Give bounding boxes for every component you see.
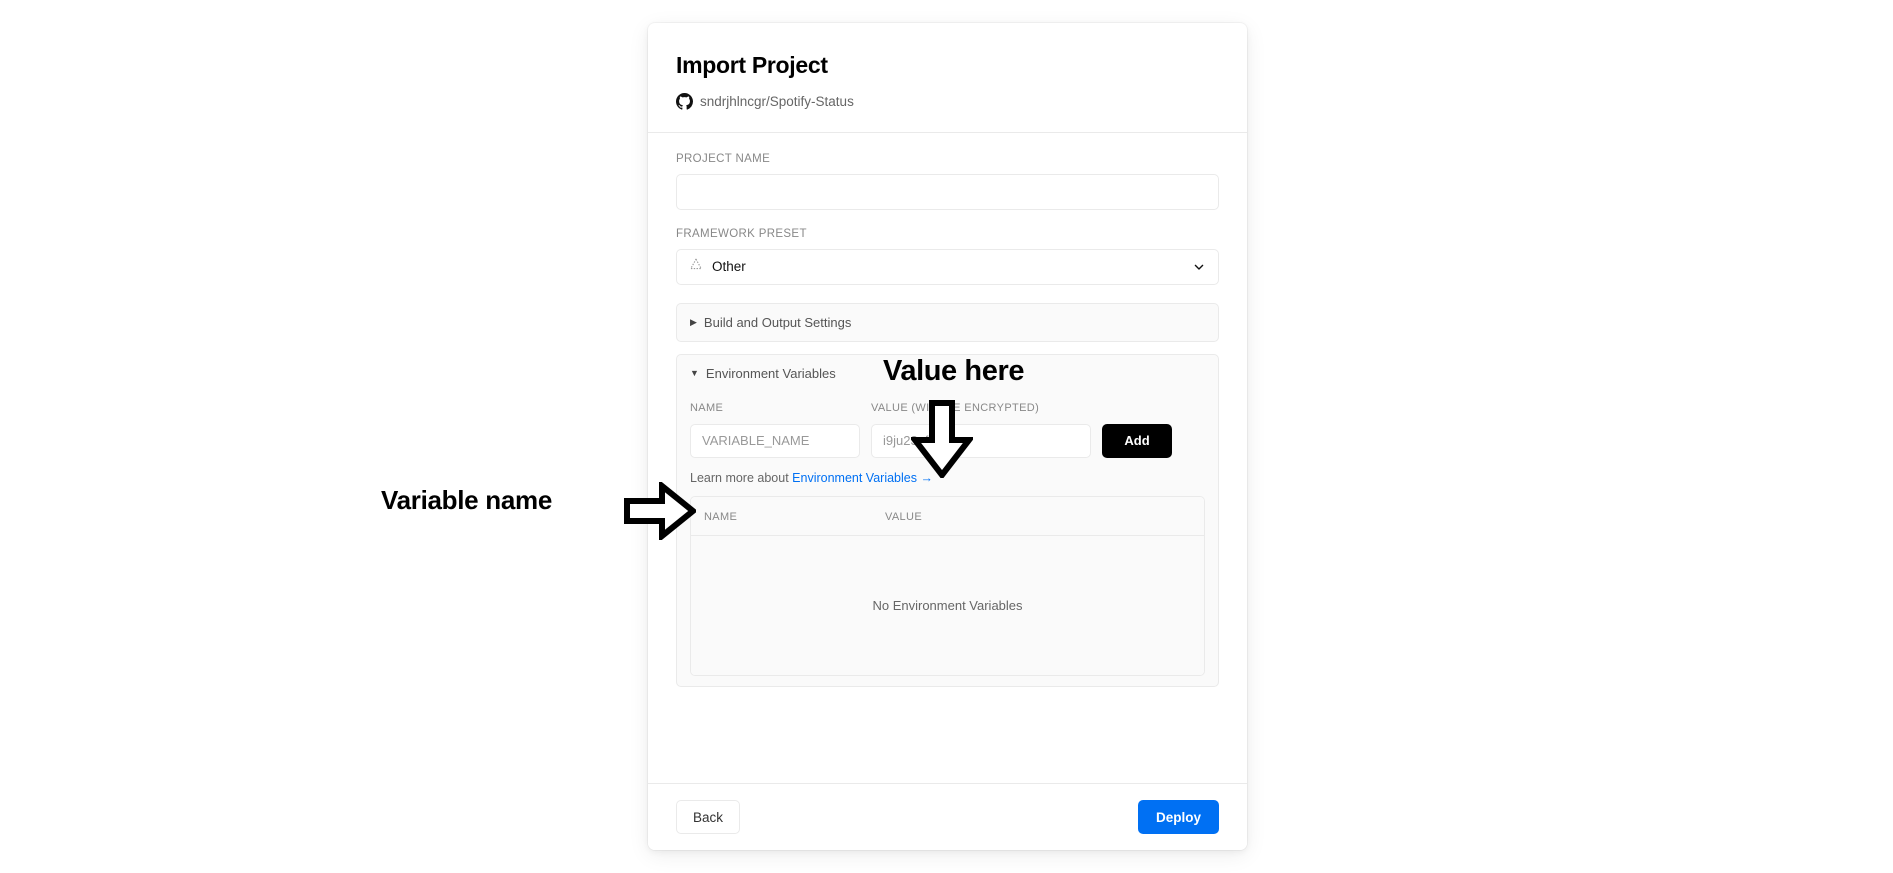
env-value-column-label: VALUE (WILL BE ENCRYPTED) <box>871 401 1040 414</box>
learn-more-prefix: Learn more about <box>690 470 793 485</box>
triangle-right-icon: ▶ <box>690 316 697 327</box>
env-name-input[interactable] <box>690 423 860 458</box>
env-name-column-label: NAME <box>690 401 724 414</box>
build-output-settings-panel[interactable]: ▶ Build and Output Settings <box>676 302 1219 342</box>
environment-variables-title: Environment Variables <box>705 365 836 381</box>
triangle-down-icon: ▼ <box>690 367 699 378</box>
framework-preset-label: FRAMEWORK PRESET <box>676 227 807 240</box>
env-table-value-header: VALUE <box>885 510 923 523</box>
environment-variables-header[interactable]: ▼ Environment Variables <box>677 355 1218 392</box>
project-name-label: PROJECT NAME <box>676 152 771 165</box>
build-output-settings-header[interactable]: ▶ Build and Output Settings <box>677 304 1218 341</box>
env-value-input[interactable] <box>871 423 1091 458</box>
framework-preset-field-group: FRAMEWORK PRESET Other <box>676 228 1219 285</box>
framework-preset-select[interactable]: Other <box>676 248 1219 285</box>
build-output-settings-title: Build and Output Settings <box>703 314 852 330</box>
env-table-empty-message: No Environment Variables <box>691 535 1204 675</box>
github-icon <box>676 92 693 110</box>
deploy-button[interactable]: Deploy <box>1137 800 1219 834</box>
card-body: PROJECT NAME FRAMEWORK PRESET Other ▶ Bu… <box>648 133 1247 783</box>
back-button[interactable]: Back <box>676 800 741 834</box>
project-name-field-group: PROJECT NAME <box>676 153 1219 210</box>
framework-preset-value: Other <box>712 259 746 275</box>
environment-variables-body: NAME VALUE (WILL BE ENCRYPTED) Add Learn… <box>677 398 1218 676</box>
env-table-header-row: NAME VALUE <box>691 496 1204 536</box>
env-input-row: Add <box>690 423 1205 458</box>
card-footer: Back Deploy <box>648 783 1247 850</box>
repository-name: sndrjhlncgr/Spotify-Status <box>700 93 854 109</box>
project-name-input[interactable] <box>676 173 1219 210</box>
add-env-variable-button[interactable]: Add <box>1102 423 1172 458</box>
environment-variables-table: NAME VALUE No Environment Variables <box>690 495 1205 676</box>
chevron-down-icon <box>1192 260 1206 274</box>
learn-more-text: Learn more about Environment Variables → <box>690 471 1205 485</box>
env-column-headers: NAME VALUE (WILL BE ENCRYPTED) <box>690 398 1205 416</box>
card-header: Import Project sndrjhlncgr/Spotify-Statu… <box>648 23 1247 133</box>
page-title: Import Project <box>676 52 828 78</box>
dotted-triangle-icon <box>689 257 703 276</box>
environment-variables-doc-link[interactable]: Environment Variables → <box>792 471 933 485</box>
repository-line: sndrjhlncgr/Spotify-Status <box>676 92 1219 110</box>
import-project-card: Import Project sndrjhlncgr/Spotify-Statu… <box>648 23 1247 850</box>
env-table-name-header: NAME <box>704 510 738 523</box>
environment-variables-panel: ▼ Environment Variables NAME VALUE (WILL… <box>676 353 1219 687</box>
